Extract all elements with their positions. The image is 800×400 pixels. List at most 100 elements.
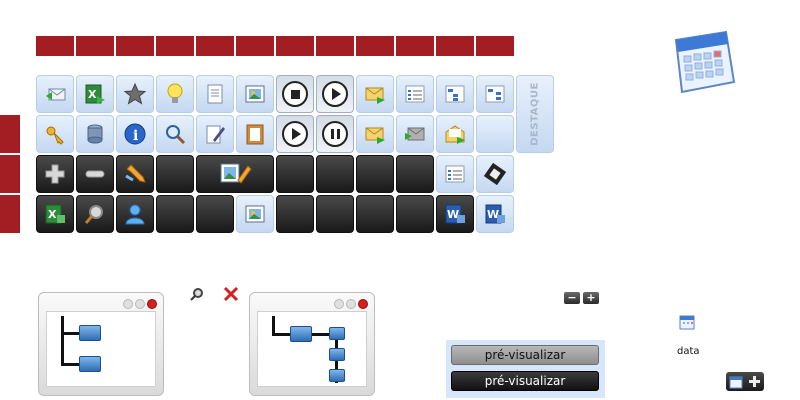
info-button[interactable]: i: [116, 115, 154, 153]
list-icon: [405, 85, 425, 103]
user-button[interactable]: [116, 195, 154, 233]
header-cell: [476, 36, 514, 56]
empty-dark-button[interactable]: [156, 195, 194, 233]
document-button[interactable]: [196, 75, 234, 113]
left-tab[interactable]: [0, 155, 20, 193]
favorite-button[interactable]: [116, 75, 154, 113]
stop-button[interactable]: [276, 75, 314, 113]
left-tab[interactable]: [0, 195, 20, 233]
empty-dark-button[interactable]: [356, 195, 394, 233]
magnifier-icon: [166, 125, 186, 145]
play-button[interactable]: [316, 75, 354, 113]
empty-dark-button[interactable]: [276, 195, 314, 233]
remove-button[interactable]: [76, 155, 114, 193]
tree-icon-2: [485, 85, 505, 103]
list-icon: [445, 165, 465, 183]
search-dark-button[interactable]: [76, 195, 114, 233]
tape-button[interactable]: [76, 115, 114, 153]
film-button[interactable]: [476, 155, 514, 193]
tape-icon: [87, 124, 103, 144]
word-button-2[interactable]: W: [476, 195, 514, 233]
edit-image-button[interactable]: [196, 155, 274, 193]
pause-button[interactable]: [316, 115, 354, 153]
settings-button[interactable]: [116, 155, 154, 193]
film-icon: [483, 162, 507, 186]
header-cell: [236, 36, 274, 56]
play-button-2[interactable]: [276, 115, 314, 153]
empty-dark-button[interactable]: [196, 195, 234, 233]
folder-icon[interactable]: [79, 356, 101, 372]
header-cell: [356, 36, 394, 56]
empty-button[interactable]: [476, 115, 514, 153]
folder-icon[interactable]: [290, 326, 312, 342]
header-cell: [116, 36, 154, 56]
search-button[interactable]: [156, 115, 194, 153]
zoom-out-button[interactable]: −: [564, 292, 580, 304]
image-icon: [245, 205, 265, 223]
empty-dark-button[interactable]: [396, 155, 434, 193]
key-button[interactable]: [36, 115, 74, 153]
close-icon[interactable]: [223, 286, 239, 302]
mail-icon: [365, 127, 385, 144]
mail-button[interactable]: [356, 115, 394, 153]
clipboard-button[interactable]: [236, 115, 274, 153]
window-button[interactable]: [346, 299, 356, 309]
calendar-icon[interactable]: [668, 26, 738, 100]
small-calendar-icon[interactable]: [678, 313, 696, 331]
word-button[interactable]: W: [436, 195, 474, 233]
magnifier-small-icon[interactable]: [189, 286, 205, 302]
empty-dark-button[interactable]: [156, 155, 194, 193]
image-button-2[interactable]: [236, 195, 274, 233]
info-icon: i: [124, 123, 146, 145]
preview-button-dark[interactable]: pré-visualizar: [451, 371, 599, 391]
window-button[interactable]: [123, 299, 133, 309]
window-button[interactable]: [135, 299, 145, 309]
header-cell: [76, 36, 114, 56]
tree-button-2[interactable]: [476, 75, 514, 113]
mail-arrow-icon: [405, 127, 425, 141]
mail-forward-button-2[interactable]: [396, 115, 434, 153]
plus-icon: [45, 164, 65, 184]
word-icon-2: W: [485, 204, 505, 224]
folder-icon[interactable]: [329, 348, 345, 361]
folder-icon[interactable]: [329, 369, 345, 382]
left-tab[interactable]: [0, 115, 20, 153]
mail-forward-icon: [365, 87, 385, 104]
empty-dark-button[interactable]: [316, 155, 354, 193]
folder-icon[interactable]: [79, 325, 101, 341]
add-button[interactable]: [36, 155, 74, 193]
tree-line: [61, 316, 64, 366]
excel-export-button[interactable]: X: [76, 75, 114, 113]
folder-icon[interactable]: [329, 327, 345, 340]
clipboard-icon: [246, 124, 264, 145]
list-button-2[interactable]: [436, 155, 474, 193]
close-window-button[interactable]: [358, 299, 368, 309]
header-cell: [36, 36, 74, 56]
svg-text:i: i: [133, 128, 138, 144]
window-button[interactable]: [334, 299, 344, 309]
edit-button[interactable]: [196, 115, 234, 153]
tip-button[interactable]: [156, 75, 194, 113]
mail-open-button[interactable]: [436, 115, 474, 153]
close-window-button[interactable]: [147, 299, 157, 309]
lightbulb-icon: [167, 83, 183, 103]
list-button[interactable]: [396, 75, 434, 113]
empty-dark-button[interactable]: [396, 195, 434, 233]
window-content: [257, 311, 367, 387]
empty-dark-button[interactable]: [276, 155, 314, 193]
destaque-panel[interactable]: DESTAQUE: [516, 75, 554, 153]
empty-dark-button[interactable]: [356, 155, 394, 193]
tree-line: [272, 333, 292, 336]
tree-button[interactable]: [436, 75, 474, 113]
add-date-button[interactable]: [726, 372, 764, 391]
preview-button[interactable]: pré-visualizar: [451, 345, 599, 365]
header-cell: [276, 36, 314, 56]
empty-dark-button[interactable]: [316, 195, 354, 233]
mail-forward-button[interactable]: [356, 75, 394, 113]
reply-mail-button[interactable]: [36, 75, 74, 113]
word-icon: W: [445, 204, 465, 224]
zoom-in-button[interactable]: +: [583, 292, 599, 304]
minus-icon: [85, 170, 105, 178]
image-button[interactable]: [236, 75, 274, 113]
excel-button[interactable]: X: [36, 195, 74, 233]
